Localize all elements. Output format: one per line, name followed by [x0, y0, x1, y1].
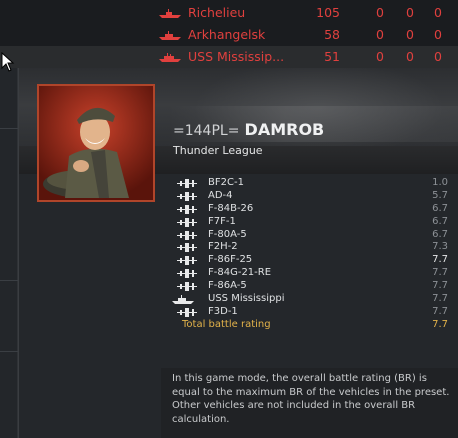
ship-icon: [159, 9, 181, 18]
assists-value: 0: [406, 5, 414, 20]
ship-name: USS Mississip...: [188, 49, 285, 64]
plane-icon: [177, 191, 197, 201]
vehicle-name: F-84B-26: [208, 202, 254, 214]
vehicle-row: F-86A-5 7.7: [174, 280, 452, 293]
total-battle-rating-row: Total battle rating 7.7: [174, 319, 452, 332]
plane-icon: [177, 204, 197, 214]
mouse-cursor-icon: [1, 52, 15, 72]
vehicle-row: F-86F-25 7.7: [174, 254, 452, 267]
vehicle-name: F-84G-21-RE: [208, 267, 272, 279]
vehicle-br: 1.0: [432, 177, 448, 188]
vehicle-br: 6.7: [432, 215, 448, 227]
vehicle-name: F2H-2: [208, 241, 238, 253]
kills-value: 0: [376, 49, 384, 64]
plane-icon: [177, 243, 197, 253]
deaths-value: 0: [434, 49, 442, 64]
total-br-label: Total battle rating: [182, 318, 271, 330]
vehicle-br: 6.7: [432, 228, 448, 240]
vehicle-br: 7.7: [432, 267, 448, 279]
vehicle-row: AD-4 5.7: [174, 190, 452, 203]
score-value: 51: [324, 49, 340, 64]
score-value: 105: [316, 5, 340, 20]
vehicle-br: 5.7: [432, 189, 448, 201]
vehicle-row: F7F-1 6.7: [174, 216, 452, 229]
vehicle-row: USS Mississippi 7.7: [172, 293, 452, 306]
total-br-value: 7.7: [432, 318, 448, 330]
avatar: [37, 84, 155, 202]
kills-value: 0: [376, 27, 384, 42]
deaths-value: 0: [434, 5, 442, 20]
player-tooltip: =144PL= DAMROB Thunder League BF2C-1 1.0 A…: [18, 68, 458, 438]
vehicle-row: F2H-2 7.3: [174, 241, 452, 254]
divider: [0, 128, 18, 129]
vehicle-name: F7F-1: [208, 215, 236, 227]
plane-icon: [177, 217, 197, 227]
plane-icon: [177, 269, 197, 279]
vehicle-name: BF2C-1: [208, 177, 244, 188]
vehicle-name: AD-4: [208, 189, 233, 201]
plane-icon: [177, 179, 197, 188]
vehicle-name: F-86A-5: [208, 280, 247, 292]
vehicle-row: F-84B-26 6.7: [174, 203, 452, 216]
vehicle-br: 7.7: [432, 305, 448, 317]
plane-icon: [177, 282, 197, 292]
avatar-portrait: [39, 86, 153, 200]
assists-value: 0: [406, 27, 414, 42]
vehicle-row: F3D-1 7.7: [174, 306, 452, 319]
vehicle-list: BF2C-1 1.0 AD-4 5.7 F-84B-26 6.7 F7F-1 6.7 F-80A…: [172, 177, 452, 332]
vehicle-br: 7.3: [432, 241, 448, 253]
ship-icon: [159, 53, 181, 62]
divider: [0, 280, 18, 281]
divider: [0, 351, 18, 352]
plane-icon: [177, 307, 197, 317]
player-name: =144PL= DAMROB: [173, 120, 324, 139]
scoreboard: Richelieu 105 0 0 0 Arkhangelsk 58 0 0 0…: [0, 0, 458, 68]
scoreboard-row[interactable]: Richelieu 105 0 0 0: [0, 2, 458, 24]
player-nickname: DAMROB: [244, 120, 325, 139]
vehicle-name: F-80A-5: [208, 228, 247, 240]
vehicle-row: F-84G-21-RE 7.7: [174, 267, 452, 280]
plane-icon: [177, 256, 197, 266]
player-title: Thunder League: [173, 144, 263, 157]
kills-value: 0: [376, 5, 384, 20]
ship-name: Richelieu: [188, 5, 246, 20]
left-panel: [0, 68, 18, 438]
vehicle-br: 7.7: [432, 280, 448, 292]
vehicle-row: F-80A-5 6.7: [174, 229, 452, 242]
ship-icon: [172, 295, 194, 305]
plane-icon: [177, 230, 197, 240]
vehicle-br: 6.7: [432, 202, 448, 214]
vehicle-br: 7.7: [432, 293, 448, 305]
vehicle-name: USS Mississippi: [208, 293, 285, 305]
score-value: 58: [324, 27, 340, 42]
vehicle-name: F-86F-25: [208, 254, 253, 266]
scoreboard-row[interactable]: Arkhangelsk 58 0 0 0: [0, 24, 458, 46]
deaths-value: 0: [434, 27, 442, 42]
ship-icon: [159, 31, 181, 40]
vehicle-row: BF2C-1 1.0: [174, 177, 452, 190]
br-note: In this game mode, the overall battle ra…: [172, 373, 450, 425]
vehicle-name: F3D-1: [208, 305, 238, 317]
assists-value: 0: [406, 49, 414, 64]
scoreboard-row-selected[interactable]: USS Mississip... 51 0 0 0: [0, 46, 458, 68]
ship-name: Arkhangelsk: [188, 27, 266, 42]
vehicle-br: 7.7: [432, 254, 448, 266]
squad-tag: =144PL=: [173, 123, 240, 139]
